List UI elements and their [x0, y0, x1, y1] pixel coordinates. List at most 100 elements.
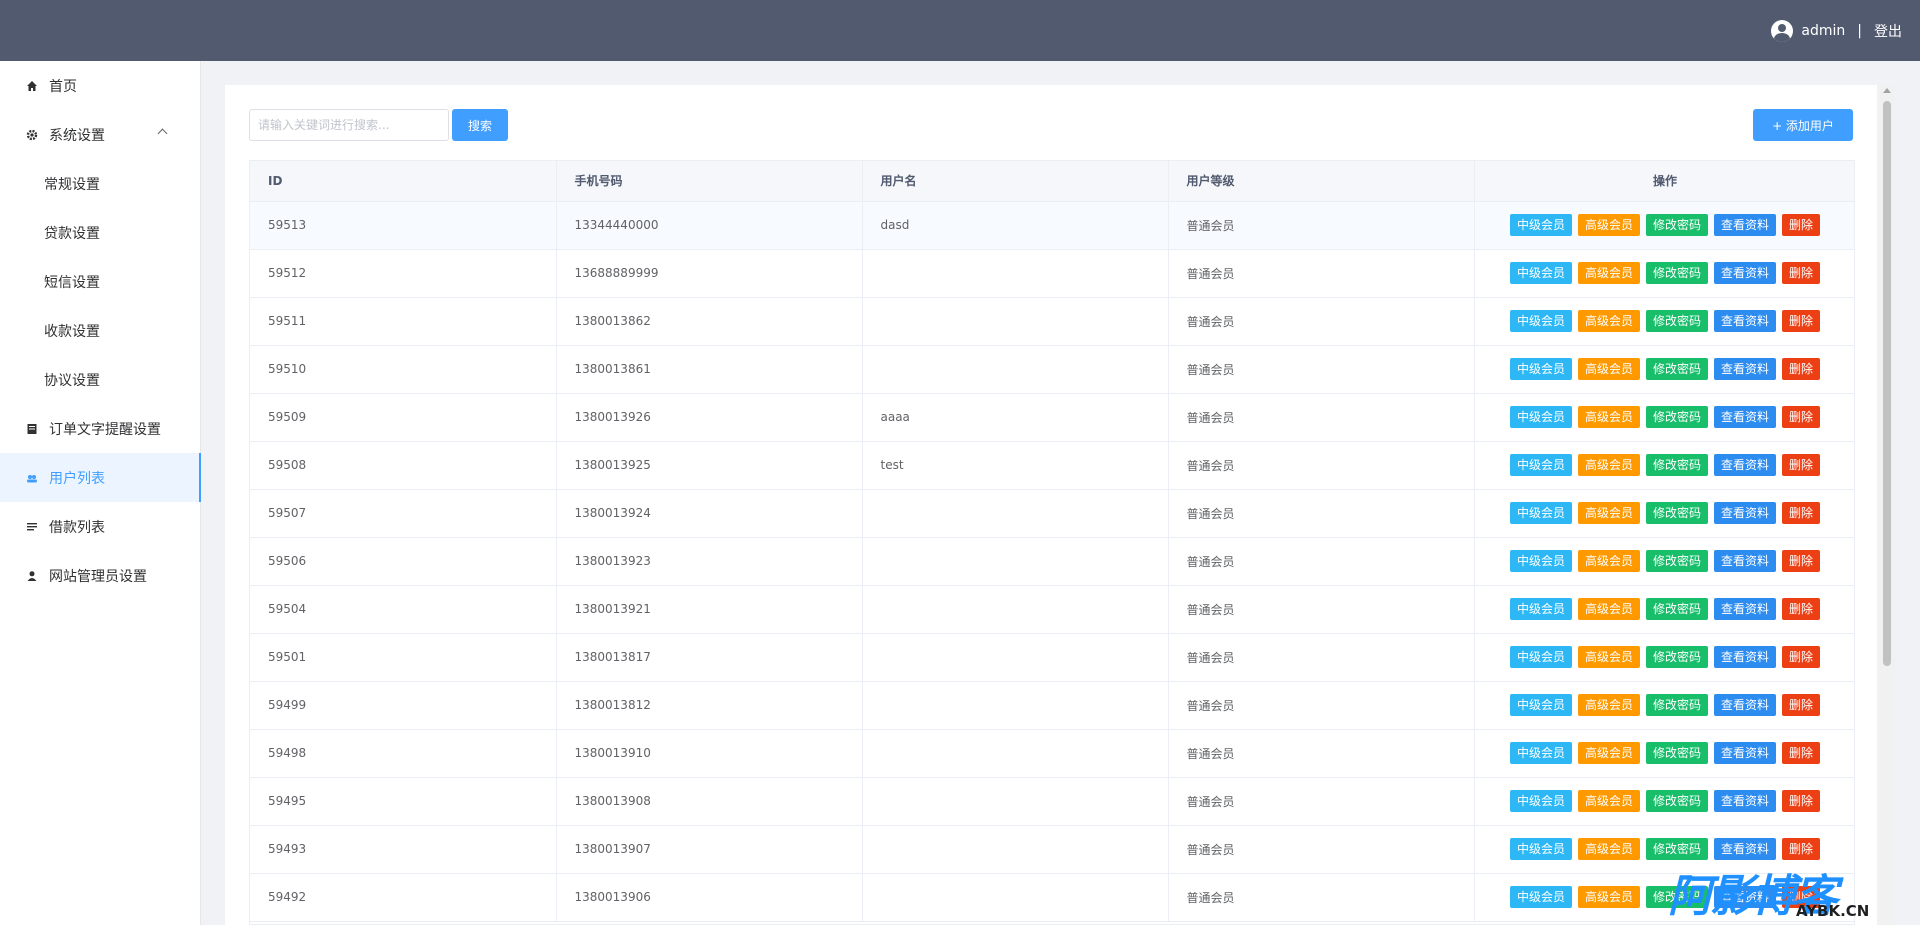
delete-button[interactable]: 删除 — [1782, 598, 1821, 620]
mid-member-button[interactable]: 中级会员 — [1509, 838, 1572, 860]
mid-member-button[interactable]: 中级会员 — [1509, 646, 1572, 668]
delete-button[interactable]: 删除 — [1782, 358, 1821, 380]
change-password-button[interactable]: 修改密码 — [1645, 502, 1708, 524]
view-profile-button[interactable]: 查看资料 — [1714, 598, 1777, 620]
high-member-button[interactable]: 高级会员 — [1577, 550, 1640, 572]
scrollbar-thumb[interactable] — [1883, 101, 1891, 666]
search-input[interactable] — [249, 109, 449, 141]
view-profile-button[interactable]: 查看资料 — [1714, 310, 1777, 332]
column-header-id: ID — [250, 161, 557, 202]
sidebar-item-system-settings[interactable]: 系统设置 — [0, 110, 200, 159]
change-password-button[interactable]: 修改密码 — [1645, 742, 1708, 764]
sidebar-item-loan-settings[interactable]: 贷款设置 — [0, 208, 200, 257]
view-profile-button[interactable]: 查看资料 — [1714, 646, 1777, 668]
change-password-button[interactable]: 修改密码 — [1645, 598, 1708, 620]
view-profile-button[interactable]: 查看资料 — [1714, 694, 1777, 716]
sidebar-item-admin-settings[interactable]: 网站管理员设置 — [0, 551, 200, 600]
high-member-button[interactable]: 高级会员 — [1577, 598, 1640, 620]
delete-button[interactable]: 删除 — [1782, 310, 1821, 332]
search-button[interactable]: 搜索 — [452, 109, 508, 141]
high-member-button[interactable]: 高级会员 — [1577, 694, 1640, 716]
delete-button[interactable]: 删除 — [1782, 454, 1821, 476]
mid-member-button[interactable]: 中级会员 — [1509, 742, 1572, 764]
change-password-button[interactable]: 修改密码 — [1645, 646, 1708, 668]
cell-username — [862, 489, 1169, 538]
view-profile-button[interactable]: 查看资料 — [1714, 262, 1777, 284]
mid-member-button[interactable]: 中级会员 — [1509, 886, 1572, 908]
delete-button[interactable]: 删除 — [1782, 550, 1821, 572]
sidebar-item-payment-settings[interactable]: 收款设置 — [0, 306, 200, 355]
sidebar-item-loan-list[interactable]: 借款列表 — [0, 502, 200, 551]
mid-member-button[interactable]: 中级会员 — [1509, 790, 1572, 812]
scroll-up-arrow-icon[interactable] — [1883, 88, 1891, 93]
sidebar-menu: 首页 系统设置 常规设置 贷款设置 短信设置 收款设置 协议设置 订单文字提醒设… — [0, 61, 201, 925]
high-member-button[interactable]: 高级会员 — [1577, 358, 1640, 380]
change-password-button[interactable]: 修改密码 — [1645, 790, 1708, 812]
high-member-button[interactable]: 高级会员 — [1577, 406, 1640, 428]
high-member-button[interactable]: 高级会员 — [1577, 310, 1640, 332]
change-password-button[interactable]: 修改密码 — [1645, 454, 1708, 476]
high-member-button[interactable]: 高级会员 — [1577, 886, 1640, 908]
user-menu[interactable]: admin — [1771, 19, 1845, 42]
view-profile-button[interactable]: 查看资料 — [1714, 358, 1777, 380]
delete-button[interactable]: 删除 — [1782, 646, 1821, 668]
add-user-button[interactable]: + 添加用户 — [1753, 109, 1853, 141]
delete-button[interactable]: 删除 — [1782, 214, 1821, 236]
view-profile-button[interactable]: 查看资料 — [1714, 838, 1777, 860]
mid-member-button[interactable]: 中级会员 — [1509, 502, 1572, 524]
cell-phone: 1380013923 — [556, 537, 863, 586]
mid-member-button[interactable]: 中级会员 — [1509, 406, 1572, 428]
sidebar-item-order-reminder-settings[interactable]: 订单文字提醒设置 — [0, 404, 200, 453]
high-member-button[interactable]: 高级会员 — [1577, 742, 1640, 764]
cell-actions: 中级会员 高级会员 修改密码 查看资料 删除 — [1474, 585, 1854, 634]
mid-member-button[interactable]: 中级会员 — [1509, 214, 1572, 236]
high-member-button[interactable]: 高级会员 — [1577, 502, 1640, 524]
page-scrollbar[interactable] — [1880, 85, 1894, 925]
view-profile-button[interactable]: 查看资料 — [1714, 502, 1777, 524]
high-member-button[interactable]: 高级会员 — [1577, 790, 1640, 812]
mid-member-button[interactable]: 中级会员 — [1509, 262, 1572, 284]
high-member-button[interactable]: 高级会员 — [1577, 838, 1640, 860]
high-member-button[interactable]: 高级会员 — [1577, 214, 1640, 236]
cell-username — [862, 873, 1169, 922]
delete-button[interactable]: 删除 — [1782, 790, 1821, 812]
delete-button[interactable]: 删除 — [1782, 406, 1821, 428]
view-profile-button[interactable]: 查看资料 — [1714, 454, 1777, 476]
cell-phone: 1380013812 — [556, 681, 863, 730]
sidebar-item-general-settings[interactable]: 常规设置 — [0, 159, 200, 208]
change-password-button[interactable]: 修改密码 — [1645, 406, 1708, 428]
logout-link[interactable]: 登出 — [1874, 21, 1902, 41]
change-password-button[interactable]: 修改密码 — [1645, 214, 1708, 236]
delete-button[interactable]: 删除 — [1782, 694, 1821, 716]
view-profile-button[interactable]: 查看资料 — [1714, 742, 1777, 764]
sidebar-item-user-list[interactable]: 用户列表 — [0, 453, 201, 502]
high-member-button[interactable]: 高级会员 — [1577, 454, 1640, 476]
view-profile-button[interactable]: 查看资料 — [1714, 790, 1777, 812]
sidebar-item-sms-settings[interactable]: 短信设置 — [0, 257, 200, 306]
change-password-button[interactable]: 修改密码 — [1645, 550, 1708, 572]
table-row: 59499 1380013812 普通会员 中级会员 高级会员 修改密码 查看资料 删除 — [250, 681, 1854, 730]
mid-member-button[interactable]: 中级会员 — [1509, 598, 1572, 620]
sidebar-item-home[interactable]: 首页 — [0, 61, 200, 110]
delete-button[interactable]: 删除 — [1782, 502, 1821, 524]
view-profile-button[interactable]: 查看资料 — [1714, 406, 1777, 428]
delete-button[interactable]: 删除 — [1782, 742, 1821, 764]
change-password-button[interactable]: 修改密码 — [1645, 694, 1708, 716]
high-member-button[interactable]: 高级会员 — [1577, 262, 1640, 284]
view-profile-button[interactable]: 查看资料 — [1714, 550, 1777, 572]
mid-member-button[interactable]: 中级会员 — [1509, 694, 1572, 716]
delete-button[interactable]: 删除 — [1782, 262, 1821, 284]
change-password-button[interactable]: 修改密码 — [1645, 262, 1708, 284]
change-password-button[interactable]: 修改密码 — [1645, 358, 1708, 380]
high-member-button[interactable]: 高级会员 — [1577, 646, 1640, 668]
change-password-button[interactable]: 修改密码 — [1645, 838, 1708, 860]
mid-member-button[interactable]: 中级会员 — [1509, 358, 1572, 380]
view-profile-button[interactable]: 查看资料 — [1714, 214, 1777, 236]
mid-member-button[interactable]: 中级会员 — [1509, 454, 1572, 476]
mid-member-button[interactable]: 中级会员 — [1509, 550, 1572, 572]
cell-id: 59511 — [250, 297, 557, 346]
delete-button[interactable]: 删除 — [1782, 838, 1821, 860]
mid-member-button[interactable]: 中级会员 — [1509, 310, 1572, 332]
sidebar-item-agreement-settings[interactable]: 协议设置 — [0, 355, 200, 404]
change-password-button[interactable]: 修改密码 — [1645, 310, 1708, 332]
